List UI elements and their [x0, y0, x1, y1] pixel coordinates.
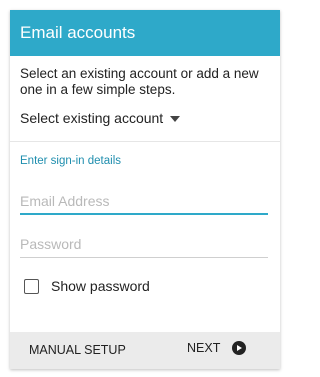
checkbox-icon[interactable]: [24, 278, 39, 294]
password-field[interactable]: [20, 232, 268, 256]
manual-setup-button[interactable]: MANUAL SETUP: [29, 343, 126, 357]
arrow-right-circle-icon: [232, 341, 247, 355]
bottom-action-bar: MANUAL SETUP NEXT: [10, 332, 280, 369]
select-existing-account-dropdown[interactable]: Select existing account: [20, 108, 181, 128]
show-password-checkbox[interactable]: Show password: [24, 278, 150, 294]
email-field-underline: [20, 213, 268, 215]
email-accounts-dialog: Email accounts Select an existing accoun…: [10, 10, 280, 369]
next-button-label: NEXT: [187, 341, 221, 355]
page-title: Email accounts: [20, 23, 136, 42]
sign-in-section-label: Enter sign-in details: [20, 155, 121, 167]
select-existing-account-label: Select existing account: [20, 110, 164, 126]
email-address-field[interactable]: [20, 189, 268, 213]
password-field-underline: [20, 257, 268, 258]
divider: [10, 141, 280, 142]
caret-down-icon: [170, 115, 181, 122]
next-button[interactable]: NEXT: [187, 341, 247, 355]
title-bar: Email accounts: [10, 10, 280, 56]
intro-text: Select an existing account or add a new …: [20, 66, 259, 97]
show-password-label: Show password: [51, 278, 150, 294]
